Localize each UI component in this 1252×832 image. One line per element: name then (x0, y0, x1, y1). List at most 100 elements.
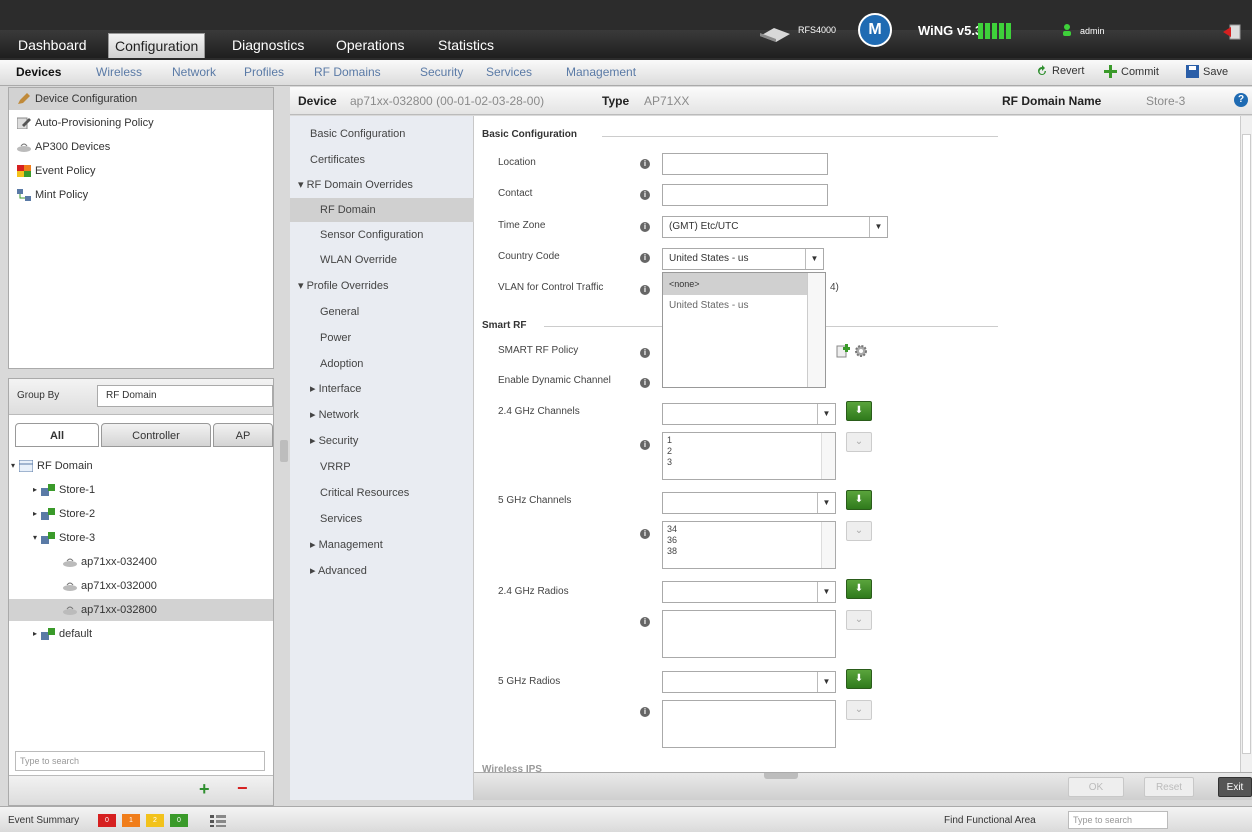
save-button[interactable]: Save (1186, 65, 1228, 78)
chevron-down-icon[interactable]: ▼ (817, 404, 835, 424)
nav-services[interactable]: Services (290, 507, 474, 531)
channels-24-select[interactable]: ▼ (662, 403, 836, 425)
dropdown-scrollbar[interactable] (807, 273, 825, 387)
nav-certificates[interactable]: Certificates (290, 148, 474, 172)
tree-node-rf-domain[interactable]: ▾ RF Domain (11, 455, 93, 477)
info-icon[interactable]: i (640, 378, 650, 388)
remove-channel-24-button[interactable]: ⌄ (846, 432, 872, 452)
nav-vrrp[interactable]: VRRP (290, 455, 474, 479)
scrollbar-thumb[interactable] (1242, 134, 1251, 754)
subtab-profiles[interactable]: Profiles (244, 65, 284, 79)
ok-button[interactable]: OK (1068, 777, 1124, 797)
subtab-rf-domains[interactable]: RF Domains (314, 65, 381, 79)
channels-24-list[interactable]: 1 2 3 (662, 432, 836, 480)
find-functional-area-input[interactable]: Type to search (1068, 811, 1168, 829)
menu-item-auto-provisioning[interactable]: Auto-Provisioning Policy (17, 112, 154, 134)
subtab-services[interactable]: Services (486, 65, 532, 79)
chevron-down-icon[interactable]: ▾ (11, 455, 15, 477)
event-list-icon[interactable] (210, 815, 226, 827)
nav-wlan-override[interactable]: WLAN Override (290, 248, 474, 272)
timezone-select[interactable]: (GMT) Etc/UTC ▼ (662, 216, 888, 238)
remove-radio-5-button[interactable]: ⌄ (846, 700, 872, 720)
radios-5-select[interactable]: ▼ (662, 671, 836, 693)
exit-button[interactable]: Exit (1218, 777, 1252, 797)
tab-operations[interactable]: Operations (330, 33, 410, 58)
chevron-down-icon[interactable]: ▼ (817, 582, 835, 602)
add-channel-5-button[interactable]: ⬇ (846, 490, 872, 510)
nav-basic-configuration[interactable]: Basic Configuration (290, 122, 474, 146)
chevron-right-icon[interactable]: ▸ (33, 623, 37, 645)
menu-item-device-configuration[interactable]: Device Configuration (9, 88, 273, 110)
tab-configuration[interactable]: Configuration (108, 33, 206, 58)
list-item[interactable]: 1 (663, 435, 835, 446)
remove-radio-24-button[interactable]: ⌄ (846, 610, 872, 630)
nav-advanced[interactable]: ▸ Advanced (290, 559, 474, 583)
nav-power[interactable]: Power (290, 326, 474, 350)
info-icon[interactable]: i (640, 285, 650, 295)
info-icon[interactable]: i (640, 440, 650, 450)
add-channel-24-button[interactable]: ⬇ (846, 401, 872, 421)
help-icon[interactable]: ? (1234, 93, 1248, 107)
list-scrollbar[interactable] (821, 522, 835, 568)
logout-icon[interactable] (1222, 24, 1242, 40)
tab-dashboard[interactable]: Dashboard (12, 33, 93, 58)
list-item[interactable]: 2 (663, 446, 835, 457)
list-item[interactable]: 38 (663, 546, 835, 557)
tree-tab-controller[interactable]: Controller (101, 423, 211, 447)
tree-node-store-1[interactable]: ▸ Store-1 (33, 479, 95, 501)
tree-node-store-2[interactable]: ▸ Store-2 (33, 503, 95, 525)
info-icon[interactable]: i (640, 253, 650, 263)
radios-24-select[interactable]: ▼ (662, 581, 836, 603)
nav-profile-overrides[interactable]: ▾ Profile Overrides (290, 274, 474, 298)
subtab-security[interactable]: Security (420, 65, 463, 79)
tree-node-store-3[interactable]: ▾ Store-3 (33, 527, 95, 549)
chevron-down-icon[interactable]: ▼ (817, 672, 835, 692)
tree-tab-ap[interactable]: AP (213, 423, 273, 447)
chevron-right-icon[interactable]: ▸ (33, 479, 37, 501)
list-item[interactable]: 34 (663, 524, 835, 535)
contact-input[interactable] (662, 184, 828, 206)
create-policy-icon[interactable] (836, 344, 850, 358)
menu-item-event-policy[interactable]: Event Policy (17, 160, 96, 182)
info-icon[interactable]: i (640, 529, 650, 539)
subtab-network[interactable]: Network (172, 65, 216, 79)
panel-splitter-handle[interactable] (280, 440, 288, 462)
add-radio-5-button[interactable]: ⬇ (846, 669, 872, 689)
add-radio-24-button[interactable]: ⬇ (846, 579, 872, 599)
nav-sensor-configuration[interactable]: Sensor Configuration (290, 223, 474, 247)
channels-5-select[interactable]: ▼ (662, 492, 836, 514)
info-icon[interactable]: i (640, 617, 650, 627)
nav-adoption[interactable]: Adoption (290, 352, 474, 376)
subtab-management[interactable]: Management (566, 65, 636, 79)
info-icon[interactable]: i (640, 190, 650, 200)
list-item[interactable]: 3 (663, 457, 835, 468)
group-by-select[interactable]: RF Domain (97, 385, 273, 407)
tree-tab-all[interactable]: All (15, 423, 99, 447)
commit-button[interactable]: Commit (1104, 65, 1159, 78)
form-scrollbar[interactable] (1240, 116, 1252, 772)
info-icon[interactable]: i (640, 159, 650, 169)
location-input[interactable] (662, 153, 828, 175)
channels-5-list[interactable]: 34 36 38 (662, 521, 836, 569)
major-count[interactable]: 1 (122, 814, 140, 827)
list-scrollbar[interactable] (821, 433, 835, 479)
tree-node-ap-032400[interactable]: ap71xx-032400 (63, 551, 157, 573)
nav-interface[interactable]: ▸ Interface (290, 377, 474, 401)
country-code-select[interactable]: United States - us ▼ (662, 248, 824, 270)
chevron-down-icon[interactable]: ▼ (805, 249, 823, 269)
tree-node-ap-032800[interactable]: ap71xx-032800 (9, 599, 273, 621)
remove-icon[interactable]: − (237, 778, 248, 799)
nav-general[interactable]: General (290, 300, 474, 324)
dropdown-option-none[interactable]: <none> (663, 273, 825, 295)
nav-security[interactable]: ▸ Security (290, 429, 474, 453)
country-code-dropdown[interactable]: <none> United States - us (662, 272, 826, 388)
info-icon[interactable]: i (640, 222, 650, 232)
menu-item-ap300-devices[interactable]: AP300 Devices (17, 136, 110, 158)
info-icon[interactable]: i (640, 348, 650, 358)
subtab-wireless[interactable]: Wireless (96, 65, 142, 79)
subtab-devices[interactable]: Devices (16, 65, 61, 79)
chevron-down-icon[interactable]: ▾ (33, 527, 37, 549)
chevron-down-icon[interactable]: ▼ (869, 217, 887, 237)
radios-24-list[interactable] (662, 610, 836, 658)
tab-statistics[interactable]: Statistics (432, 33, 500, 58)
